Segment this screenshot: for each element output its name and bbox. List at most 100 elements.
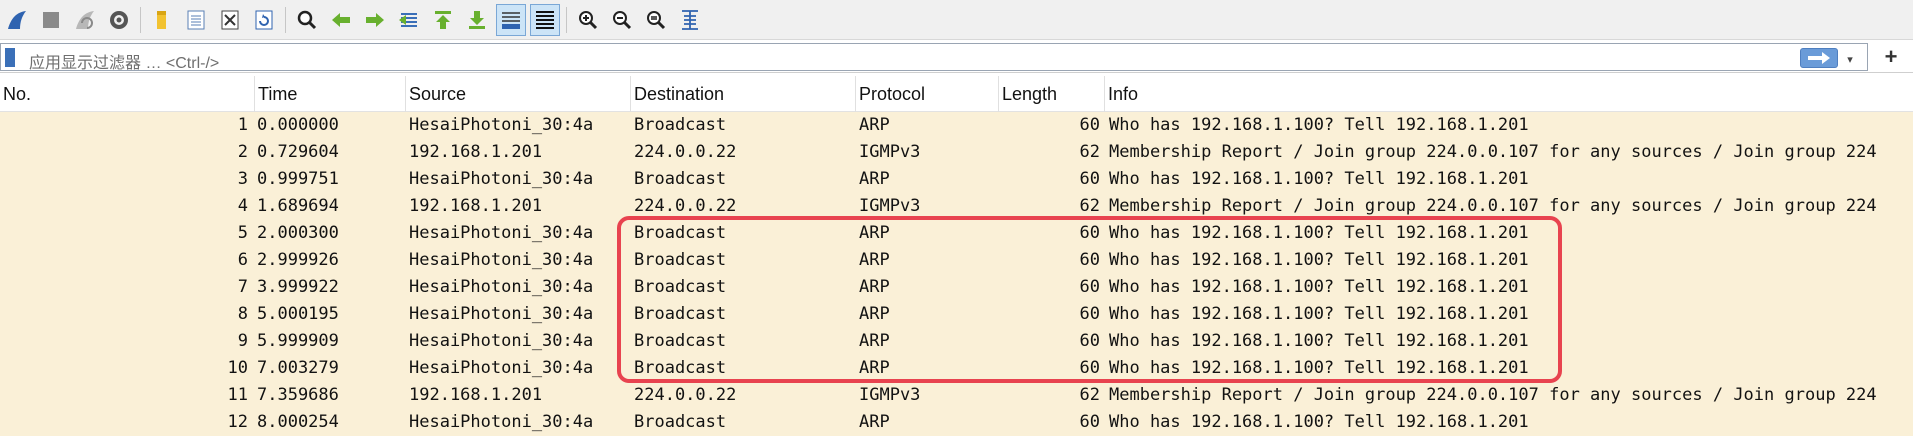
table-row[interactable]: 9 5.999909 HesaiPhotoni_30:4a Broadcast ARP 6… (0, 328, 1913, 355)
cell-length: 60 (1079, 250, 1100, 270)
cell-source: 192.168.1.201 (409, 142, 543, 162)
packet-rows: 1 0.000000 HesaiPhotoni_30:4a Broadcast ARP 6… (0, 112, 1913, 436)
find-packet-icon[interactable] (292, 4, 322, 36)
cell-length: 60 (1079, 358, 1100, 378)
go-forward-icon[interactable] (360, 4, 390, 36)
bookmark-icon[interactable] (5, 48, 15, 67)
table-row[interactable]: 12 8.000254 HesaiPhotoni_30:4a Broadcast ARP… (0, 409, 1913, 436)
zoom-out-icon[interactable] (607, 4, 637, 36)
apply-filter-button[interactable] (1800, 48, 1838, 68)
cell-time: 1.689694 (257, 196, 339, 216)
go-first-icon[interactable] (428, 4, 458, 36)
cell-source: HesaiPhotoni_30:4a (409, 223, 594, 243)
cell-no: 1 (237, 115, 248, 135)
cell-no: 6 (237, 250, 248, 270)
cell-source: HesaiPhotoni_30:4a (409, 115, 594, 135)
cell-source: 192.168.1.201 (409, 385, 543, 405)
cell-time: 5.000195 (257, 304, 339, 324)
cell-info: Who has 192.168.1.100? Tell 192.168.1.20… (1109, 277, 1529, 297)
column-header-length[interactable]: Length (999, 76, 1105, 112)
cell-protocol: IGMPv3 (859, 142, 921, 162)
cell-destination: 224.0.0.22 (634, 196, 737, 216)
table-row[interactable]: 1 0.000000 HesaiPhotoni_30:4a Broadcast ARP 6… (0, 112, 1913, 139)
cell-destination: 224.0.0.22 (634, 142, 737, 162)
table-row[interactable]: 2 0.729604 192.168.1.201 224.0.0.22 IGMPv3 62… (0, 139, 1913, 166)
cell-length: 60 (1079, 412, 1100, 432)
column-header-no[interactable]: No. (0, 76, 255, 112)
column-header-destination[interactable]: Destination (631, 76, 856, 112)
add-filter-button[interactable]: + (1876, 43, 1906, 71)
table-row[interactable]: 5 2.000300 HesaiPhotoni_30:4a Broadcast ARP 6… (0, 220, 1913, 247)
cell-no: 2 (237, 142, 248, 162)
table-row[interactable]: 10 7.003279 HesaiPhotoni_30:4a Broadcast ARP… (0, 355, 1913, 382)
autoscroll-icon[interactable] (496, 3, 526, 36)
zoom-normal-icon[interactable] (641, 4, 671, 36)
cell-destination: Broadcast (634, 358, 727, 378)
save-file-icon[interactable] (181, 4, 211, 36)
cell-destination: Broadcast (634, 115, 727, 135)
cell-info: Who has 192.168.1.100? Tell 192.168.1.20… (1109, 304, 1529, 324)
packet-list-header: No. Time Source Destination Protocol Len… (0, 76, 1913, 112)
cell-info: Who has 192.168.1.100? Tell 192.168.1.20… (1109, 169, 1529, 189)
restart-capture-icon[interactable] (70, 4, 100, 36)
capture-options-icon[interactable] (104, 4, 134, 36)
table-row[interactable]: 8 5.000195 HesaiPhotoni_30:4a Broadcast ARP 6… (0, 301, 1913, 328)
cell-destination: Broadcast (634, 412, 727, 432)
zoom-in-icon[interactable] (573, 4, 603, 36)
colorize-icon[interactable] (530, 3, 560, 36)
cell-protocol: IGMPv3 (859, 385, 921, 405)
start-capture-icon[interactable] (2, 4, 32, 36)
cell-time: 0.000000 (257, 115, 339, 135)
cell-source: 192.168.1.201 (409, 196, 543, 216)
cell-no: 12 (227, 412, 248, 432)
cell-protocol: ARP (859, 358, 890, 378)
toolbar-separator (285, 6, 286, 33)
cell-no: 10 (227, 358, 248, 378)
cell-protocol: ARP (859, 331, 890, 351)
go-to-packet-icon[interactable] (394, 4, 424, 36)
cell-info: Who has 192.168.1.100? Tell 192.168.1.20… (1109, 115, 1529, 135)
main-toolbar (0, 0, 1913, 40)
cell-no: 7 (237, 277, 248, 297)
cell-info: Who has 192.168.1.100? Tell 192.168.1.20… (1109, 331, 1529, 351)
table-row[interactable]: 3 0.999751 HesaiPhotoni_30:4a Broadcast ARP 6… (0, 166, 1913, 193)
cell-protocol: IGMPv3 (859, 196, 921, 216)
stop-capture-icon[interactable] (36, 4, 66, 36)
reload-file-icon[interactable] (249, 4, 279, 36)
column-header-source[interactable]: Source (406, 76, 631, 112)
cell-time: 7.359686 (257, 385, 339, 405)
cell-info: Who has 192.168.1.100? Tell 192.168.1.20… (1109, 358, 1529, 378)
cell-time: 2.000300 (257, 223, 339, 243)
packet-list[interactable]: No. Time Source Destination Protocol Len… (0, 76, 1913, 437)
cell-protocol: ARP (859, 169, 890, 189)
cell-destination: 224.0.0.22 (634, 385, 737, 405)
cell-source: HesaiPhotoni_30:4a (409, 358, 594, 378)
resize-columns-icon[interactable] (675, 4, 705, 36)
go-back-icon[interactable] (326, 4, 356, 36)
cell-protocol: ARP (859, 412, 890, 432)
display-filter-input[interactable]: 应用显示过滤器 … <Ctrl-/> ▾ (0, 43, 1868, 72)
column-header-protocol[interactable]: Protocol (856, 76, 999, 112)
cell-source: HesaiPhotoni_30:4a (409, 250, 594, 270)
go-last-icon[interactable] (462, 4, 492, 36)
chevron-down-icon[interactable]: ▾ (1843, 52, 1857, 66)
cell-info: Who has 192.168.1.100? Tell 192.168.1.20… (1109, 250, 1529, 270)
toolbar-separator (566, 6, 567, 33)
table-row[interactable]: 6 2.999926 HesaiPhotoni_30:4a Broadcast ARP 6… (0, 247, 1913, 274)
open-file-icon[interactable] (147, 4, 177, 36)
table-row[interactable]: 7 3.999922 HesaiPhotoni_30:4a Broadcast ARP 6… (0, 274, 1913, 301)
cell-info: Membership Report / Join group 224.0.0.1… (1109, 196, 1877, 216)
table-row[interactable]: 4 1.689694 192.168.1.201 224.0.0.22 IGMPv3 62… (0, 193, 1913, 220)
column-header-time[interactable]: Time (255, 76, 406, 112)
table-row[interactable]: 11 7.359686 192.168.1.201 224.0.0.22 IGMPv3 6… (0, 382, 1913, 409)
cell-protocol: ARP (859, 115, 890, 135)
cell-destination: Broadcast (634, 223, 727, 243)
cell-length: 62 (1079, 385, 1100, 405)
arrow-right-icon (1808, 52, 1830, 64)
column-header-info[interactable]: Info (1105, 76, 1913, 112)
cell-destination: Broadcast (634, 169, 727, 189)
cell-time: 0.729604 (257, 142, 339, 162)
cell-source: HesaiPhotoni_30:4a (409, 412, 594, 432)
cell-no: 8 (237, 304, 248, 324)
close-file-icon[interactable] (215, 4, 245, 36)
